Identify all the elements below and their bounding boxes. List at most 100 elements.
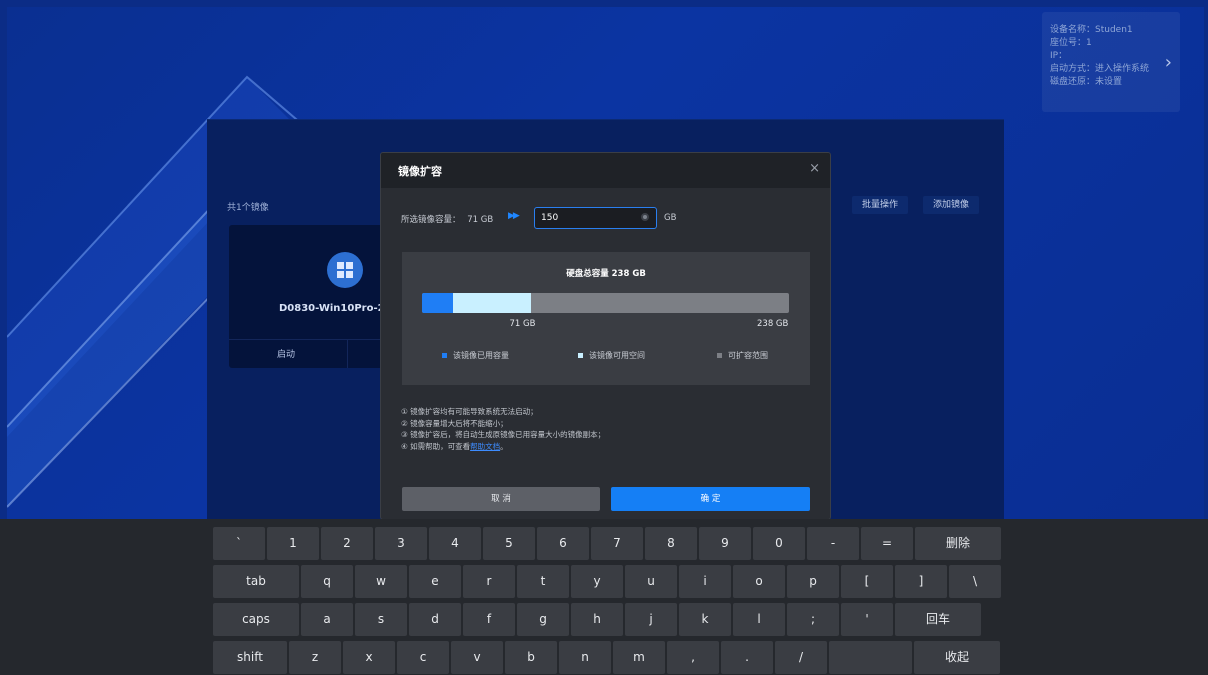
key-tab[interactable]: tab [213, 565, 299, 598]
key-w[interactable]: w [355, 565, 407, 598]
key-f[interactable]: f [463, 603, 515, 636]
clear-input-icon[interactable] [641, 213, 649, 221]
new-capacity-input[interactable] [534, 207, 657, 229]
key-z[interactable]: z [289, 641, 341, 674]
key-u[interactable]: u [625, 565, 677, 598]
disk-total-title: 硬盘总容量 238 GB [566, 269, 646, 279]
key-s[interactable]: s [355, 603, 407, 636]
capacity-unit: GB [664, 213, 677, 223]
onscreen-keyboard: ` 1 2 3 4 5 6 7 8 9 0- = 删除 tab q w e r t y u i o p[] \ caps a s d… [0, 519, 1208, 675]
legend-used-swatch [442, 353, 447, 358]
legend-free: 该镜像可用空间 [578, 350, 645, 361]
image-card[interactable]: D0830-Win10Pro-202 启动 [229, 225, 389, 368]
key-k[interactable]: k [679, 603, 731, 636]
key-backslash[interactable]: \ [949, 565, 1001, 598]
disk-usage-bar [422, 293, 789, 313]
key-lbracket[interactable]: [ [841, 565, 893, 598]
key-caps[interactable]: caps [213, 603, 299, 636]
key-slash[interactable]: / [775, 641, 827, 674]
key-p[interactable]: p [787, 565, 839, 598]
note-4-suffix: 。 [500, 441, 508, 451]
key-1[interactable]: 1 [267, 527, 319, 560]
key-space[interactable] [829, 641, 912, 674]
key-backtick[interactable]: ` [213, 527, 265, 560]
key-3[interactable]: 3 [375, 527, 427, 560]
key-r[interactable]: r [463, 565, 515, 598]
tick-used-label: 71 GB [509, 319, 536, 329]
note-4: ④ 如需帮助，可查看帮助文档。 [401, 441, 605, 453]
divider [347, 340, 348, 368]
key-d[interactable]: d [409, 603, 461, 636]
key-9[interactable]: 9 [699, 527, 751, 560]
key-5[interactable]: 5 [483, 527, 535, 560]
note-4-text: ④ 如需帮助，可查看 [401, 441, 471, 451]
add-image-button[interactable]: 添加镜像 [923, 196, 980, 214]
legend-expand-label: 可扩容范围 [728, 351, 768, 360]
key-2[interactable]: 2 [321, 527, 373, 560]
key-y[interactable]: y [571, 565, 623, 598]
key-e[interactable]: e [409, 565, 461, 598]
key-4[interactable]: 4 [429, 527, 481, 560]
key-6[interactable]: 6 [537, 527, 589, 560]
free-segment [452, 293, 532, 313]
key-b[interactable]: b [505, 641, 557, 674]
start-image-button[interactable]: 启动 [277, 347, 295, 360]
key-l[interactable]: l [733, 603, 785, 636]
note-3: ③ 镜像扩容后，将自动生成原镜像已用容量大小的镜像副本； [401, 430, 606, 439]
chevron-right-icon[interactable]: › [1165, 52, 1172, 73]
key-t[interactable]: t [517, 565, 569, 598]
note-2: ② 镜像容量增大后将不能缩小； [401, 418, 508, 428]
key-enter[interactable]: 回车 [895, 603, 981, 636]
disk-restore: 磁盘还原：未设置 [1050, 77, 1123, 87]
key-n[interactable]: n [559, 641, 611, 674]
legend-used: 该镜像已用容量 [442, 350, 509, 361]
help-doc-link[interactable]: 帮助文档 [470, 442, 500, 451]
key-comma[interactable]: , [667, 641, 719, 674]
key-q[interactable]: q [301, 565, 353, 598]
dialog-title: 镜像扩容 [398, 165, 442, 178]
key-v[interactable]: v [451, 641, 503, 674]
key-quote[interactable]: ' [841, 603, 893, 636]
key-7[interactable]: 7 [591, 527, 643, 560]
key-c[interactable]: c [397, 641, 449, 674]
key-m[interactable]: m [613, 641, 665, 674]
dialog-header: 镜像扩容 × [381, 153, 830, 188]
key-h[interactable]: h [571, 603, 623, 636]
note-1: ① 镜像扩容均有可能导致系统无法启动； [401, 407, 538, 416]
double-arrow-icon: ▶▶ [508, 211, 520, 221]
device-info-panel: 设备名称：Studen1 座位号：1 IP： 启动方式：进入操作系统 磁盘还原：… [1042, 12, 1180, 112]
key-semicolon[interactable]: ; [787, 603, 839, 636]
cancel-button[interactable]: 取 消 [402, 487, 600, 511]
key-j[interactable]: j [625, 603, 677, 636]
key-x[interactable]: x [343, 641, 395, 674]
key-8[interactable]: 8 [645, 527, 697, 560]
key-rbracket[interactable]: ] [895, 565, 947, 598]
confirm-button[interactable]: 确 定 [611, 487, 810, 511]
capacity-value: 71 GB [467, 215, 494, 225]
image-name: D0830-Win10Pro-202 [279, 303, 389, 314]
image-count: 共1个镜像 [227, 203, 269, 213]
selected-capacity: 所选镜像容量： 71 GB [401, 213, 493, 225]
key-collapse[interactable]: 收起 [914, 641, 1000, 674]
key-0[interactable]: 0 [753, 527, 805, 560]
used-segment [422, 293, 453, 313]
capacity-label: 所选镜像容量： [401, 215, 461, 225]
close-icon[interactable]: × [809, 161, 820, 176]
key-equals[interactable]: = [861, 527, 913, 560]
disk-capacity-panel: 硬盘总容量 238 GB 71 GB 238 GB 该镜像已用容量 该镜像可用空… [402, 252, 810, 385]
legend-free-label: 该镜像可用空间 [589, 351, 645, 360]
device-name: 设备名称：Studen1 [1050, 25, 1133, 35]
key-g[interactable]: g [517, 603, 569, 636]
boot-mode: 启动方式：进入操作系统 [1050, 64, 1150, 74]
key-period[interactable]: . [721, 641, 773, 674]
key-o[interactable]: o [733, 565, 785, 598]
key-i[interactable]: i [679, 565, 731, 598]
ip-address: IP： [1050, 51, 1068, 61]
batch-operation-button[interactable]: 批量操作 [852, 196, 909, 214]
key-minus[interactable]: - [807, 527, 859, 560]
image-expand-dialog: 镜像扩容 × 所选镜像容量： 71 GB ▶▶ GB 硬盘总容量 238 GB … [380, 152, 831, 520]
tick-total-label: 238 GB [757, 319, 789, 329]
key-a[interactable]: a [301, 603, 353, 636]
key-delete[interactable]: 删除 [915, 527, 1001, 560]
key-shift[interactable]: shift [213, 641, 287, 674]
